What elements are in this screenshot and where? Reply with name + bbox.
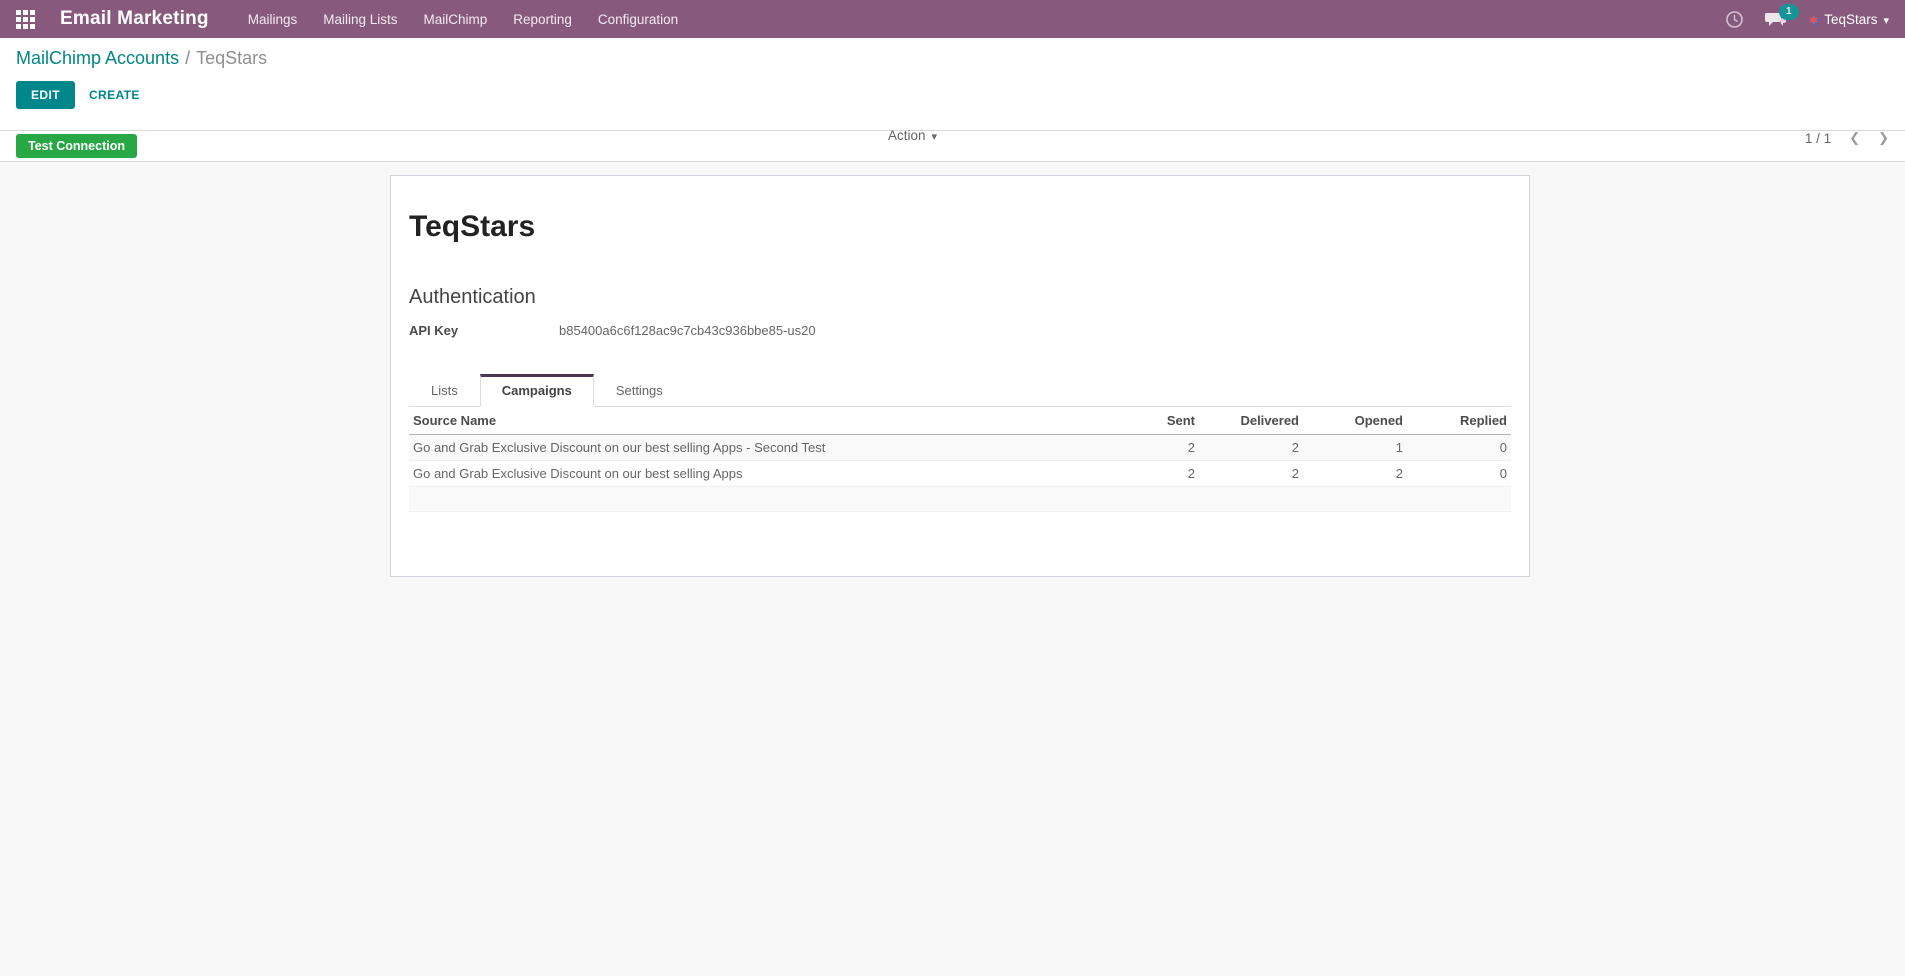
navbar-right: 1 TeqStars [1726,3,1889,28]
form-sheet: TeqStars Authentication API Key b85400a6… [390,175,1530,577]
header-opened[interactable]: Opened [1303,407,1407,435]
pager-previous-icon[interactable] [1849,130,1860,146]
content-area: TeqStars Authentication API Key b85400a6… [0,162,1905,976]
table-header-row: Source Name Sent Delivered Opened Replie… [409,407,1511,435]
pager: 1 / 1 [1805,130,1889,146]
cell-delivered: 2 [1199,434,1303,461]
header-sent[interactable]: Sent [1095,407,1199,435]
company-logo-icon [1809,12,1818,27]
menu-item-mailings[interactable]: Mailings [235,0,311,38]
tab-settings[interactable]: Settings [594,374,685,407]
menu-item-reporting[interactable]: Reporting [500,0,585,38]
menu-item-mailchimp[interactable]: MailChimp [411,0,501,38]
app-title[interactable]: Email Marketing [60,8,209,30]
action-dropdown-label: Action [888,128,926,143]
message-count-badge: 1 [1778,3,1799,20]
header-replied[interactable]: Replied [1407,407,1511,435]
breadcrumb-separator: / [185,48,191,68]
table-row[interactable]: Go and Grab Exclusive Discount on our be… [409,460,1511,487]
chevron-down-icon [1883,12,1889,27]
form-statusbar: Test Connection [0,130,1905,162]
user-menu[interactable]: TeqStars [1809,12,1889,27]
cell-opened: 1 [1303,434,1407,461]
pager-next-icon[interactable] [1878,130,1889,146]
header-source-name[interactable]: Source Name [409,407,1095,435]
activities-clock-icon[interactable] [1726,10,1743,28]
cell-source: Go and Grab Exclusive Discount on our be… [409,460,1095,487]
pager-value: 1 / 1 [1804,130,1832,146]
breadcrumb-mailchimp-accounts[interactable]: MailChimp Accounts [16,48,179,68]
test-connection-button[interactable]: Test Connection [16,134,137,158]
cell-sent: 2 [1095,460,1199,487]
edit-button[interactable]: EDIT [16,81,75,109]
top-navbar: Email Marketing Mailings Mailing Lists M… [0,0,1905,38]
user-name: TeqStars [1824,11,1878,27]
table-row[interactable]: Go and Grab Exclusive Discount on our be… [409,434,1511,461]
table-empty-row [409,486,1511,512]
control-panel-buttons: EDIT CREATE [16,81,1889,109]
messages-icon[interactable]: 1 [1764,3,1799,28]
menu-item-configuration[interactable]: Configuration [585,0,691,38]
menu-item-mailing-lists[interactable]: Mailing Lists [310,0,410,38]
create-button[interactable]: CREATE [89,88,140,102]
breadcrumb: MailChimp Accounts / TeqStars [16,48,1889,69]
control-panel: MailChimp Accounts / TeqStars EDIT CREATE … [0,38,1905,146]
tab-campaigns[interactable]: Campaigns [479,374,594,407]
main-menu: Mailings Mailing Lists MailChimp Reporti… [235,0,691,38]
record-title: TeqStars [409,210,536,243]
cell-delivered: 2 [1199,460,1303,487]
section-title-authentication: Authentication [409,286,536,308]
cell-replied: 0 [1407,460,1511,487]
action-dropdown[interactable]: Action [888,128,937,143]
cell-sent: 2 [1095,434,1199,461]
chevron-down-icon [932,128,938,143]
breadcrumb-current: TeqStars [196,48,268,68]
api-key-label: API Key [409,323,459,338]
header-delivered[interactable]: Delivered [1199,407,1303,435]
api-key-field-row: API Key b85400a6c6f128ac9c7cb43c936bbe85… [409,323,1511,338]
api-key-value: b85400a6c6f128ac9c7cb43c936bbe85-us20 [559,323,816,338]
campaigns-table: Source Name Sent Delivered Opened Replie… [409,407,1511,512]
tab-lists[interactable]: Lists [409,374,480,407]
apps-menu-icon[interactable] [8,2,42,36]
cell-source: Go and Grab Exclusive Discount on our be… [409,434,1095,461]
cell-opened: 2 [1303,460,1407,487]
notebook-tabs: Lists Campaigns Settings [409,374,1511,407]
cell-replied: 0 [1407,434,1511,461]
grid-icon [15,9,35,29]
